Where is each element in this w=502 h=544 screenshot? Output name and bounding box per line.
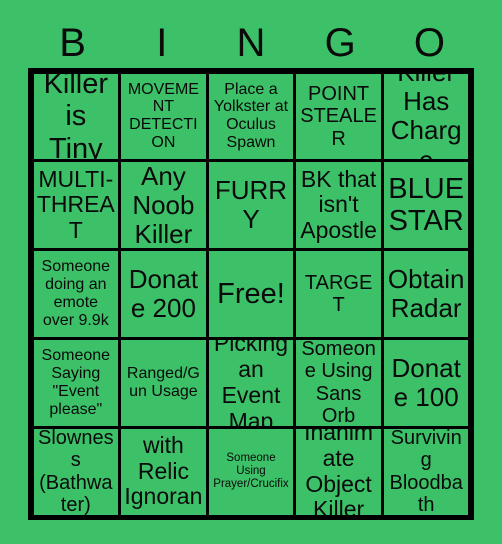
bingo-cell[interactable]: Someone doing an emote over 9.9k — [30, 248, 122, 340]
bingo-cell[interactable]: POINT STEALER — [293, 70, 384, 163]
bingo-cell-label: FURRY — [214, 175, 288, 235]
bingo-grid: Killer is Tiny MOVEMENT DETECTION Place a … — [28, 68, 474, 520]
bingo-header: B I N G O — [28, 18, 474, 68]
bingo-cell[interactable]: TARGET — [293, 248, 384, 340]
bingo-cell-label: Any Noob Killer — [132, 160, 195, 249]
bingo-cell[interactable]: Obtain Radar — [380, 248, 472, 340]
bingo-card: B I N G O Killer is Tiny MOVEMENT DETECTI… — [0, 0, 502, 544]
bingo-cell-label: Donate 200 — [128, 263, 199, 323]
header-letter-i: I — [156, 21, 168, 65]
bingo-cell[interactable]: Killer with Relic Ignorance — [118, 425, 209, 518]
bingo-cell[interactable]: Someone Using Sans Orb — [293, 336, 384, 429]
bingo-cell-label: Killer is Tiny — [43, 70, 109, 163]
bingo-cell-label: Killer Has Charge — [390, 70, 462, 163]
bingo-cell[interactable]: Picking an Event Map — [205, 336, 297, 429]
bingo-cell-label: Someone Saying "Event please" — [41, 346, 111, 418]
header-letter-g: G — [324, 21, 356, 65]
bingo-cell[interactable]: Ranged/Gun Usage — [118, 336, 209, 429]
bingo-cell-label: Free! — [217, 277, 285, 310]
bingo-cell-label: Slowness (Bathwater) — [37, 426, 114, 516]
bingo-cell[interactable]: Killer Has Charge — [380, 70, 472, 163]
bingo-cell-label: BK that isn't Apostle — [300, 165, 377, 244]
bingo-cell[interactable]: Any Noob Killer — [118, 159, 209, 252]
bingo-cell-free[interactable]: Free! — [205, 248, 297, 340]
bingo-cell-label: Inanimate Object Killer — [304, 425, 374, 518]
bingo-cell-label: BLUE STAR — [388, 172, 465, 238]
bingo-cell-label: Someone Using Sans Orb — [301, 338, 376, 428]
bingo-cell-label: Donate 100 — [391, 352, 461, 412]
bingo-cell[interactable]: MULTI-THREAT — [30, 159, 122, 252]
bingo-cell-label: Someone doing an emote over 9.9k — [41, 258, 111, 329]
bingo-cell[interactable]: Killer is Tiny — [30, 70, 122, 163]
bingo-cell[interactable]: Donate 200 — [118, 248, 209, 340]
bingo-cell-label: POINT STEALER — [300, 82, 377, 150]
bingo-cell-label: Ranged/Gun Usage — [126, 364, 200, 400]
header-letter-b: B — [59, 21, 86, 65]
bingo-cell[interactable]: BLUE STAR — [380, 159, 472, 252]
bingo-cell[interactable]: Someone Using Prayer/Crucifix — [205, 425, 297, 518]
bingo-cell-label: Surviving Bloodbath — [389, 426, 463, 516]
bingo-cell[interactable]: BK that isn't Apostle — [293, 159, 384, 252]
bingo-cell-label: MOVEMENT DETECTION — [127, 80, 199, 152]
bingo-cell-label: Picking an Event Map — [213, 336, 289, 429]
bingo-cell-label: Place a Yolkster at Oculus Spawn — [213, 80, 289, 152]
bingo-cell[interactable]: MOVEMENT DETECTION — [118, 70, 209, 163]
header-letter-n: N — [236, 21, 266, 65]
bingo-cell-label: TARGET — [304, 271, 373, 316]
bingo-cell-label: Obtain Radar — [387, 263, 465, 323]
bingo-cell-label: MULTI-THREAT — [36, 165, 115, 244]
bingo-cell[interactable]: Slowness (Bathwater) — [30, 425, 122, 518]
bingo-cell[interactable]: Inanimate Object Killer — [293, 425, 384, 518]
bingo-cell[interactable]: Donate 100 — [380, 336, 472, 429]
bingo-cell-label: Killer with Relic Ignorance — [124, 429, 203, 515]
bingo-cell-label: Someone Using Prayer/Crucifix — [213, 452, 289, 491]
bingo-cell[interactable]: FURRY — [205, 159, 297, 252]
bingo-cell[interactable]: Place a Yolkster at Oculus Spawn — [205, 70, 297, 163]
header-letter-o: O — [413, 21, 445, 65]
bingo-cell[interactable]: Surviving Bloodbath — [380, 425, 472, 518]
bingo-cell[interactable]: Someone Saying "Event please" — [30, 336, 122, 429]
